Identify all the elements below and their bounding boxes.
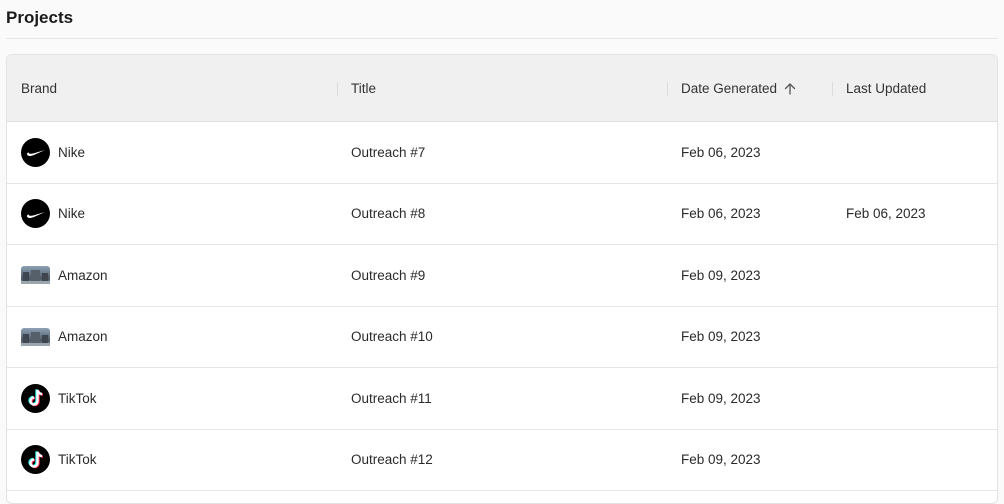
date-generated-cell: Feb 09, 2023 <box>681 329 761 345</box>
column-header-brand[interactable]: Brand <box>21 55 57 122</box>
projects-table: Brand Title Date Generated Last Updated … <box>6 54 998 504</box>
brand-name: Nike <box>58 144 86 160</box>
last-updated-cell: Feb 06, 2023 <box>846 206 926 222</box>
brand-cell: TikTok <box>21 430 97 491</box>
title-cell: Outreach #8 <box>351 206 426 222</box>
date-generated-cell: Feb 06, 2023 <box>681 144 761 160</box>
brand-name: Amazon <box>58 267 108 283</box>
amazon-logo-icon <box>21 266 50 285</box>
brand-name: TikTok <box>58 390 97 406</box>
table-row[interactable]: Amazon Outreach #9 Feb 09, 2023 <box>7 245 997 307</box>
column-header-label: Date Generated <box>681 81 778 96</box>
title-cell: Outreach #10 <box>351 329 433 345</box>
column-header-date-generated[interactable]: Date Generated <box>681 55 796 122</box>
tiktok-logo-icon <box>21 383 50 413</box>
table-row[interactable]: TikTok Outreach #12 Feb 09, 2023 <box>7 429 997 491</box>
brand-name: Amazon <box>58 329 108 345</box>
nike-logo-icon <box>21 137 50 167</box>
brand-cell: Nike <box>21 184 85 245</box>
column-header-label: Brand <box>21 81 58 96</box>
column-header-label: Last Updated <box>846 81 927 96</box>
brand-cell: Nike <box>21 122 85 183</box>
title-divider <box>6 38 998 39</box>
date-generated-cell: Feb 09, 2023 <box>681 267 761 283</box>
nike-logo-icon <box>21 199 50 229</box>
title-cell: Outreach #9 <box>351 267 426 283</box>
brand-cell: Amazon <box>21 245 108 306</box>
column-header-title[interactable]: Title <box>351 55 376 122</box>
date-generated-cell: Feb 09, 2023 <box>681 390 761 406</box>
title-cell: Outreach #11 <box>351 390 432 406</box>
date-generated-cell: Feb 09, 2023 <box>681 452 761 468</box>
page-title: Projects <box>6 8 74 27</box>
brand-cell: TikTok <box>21 368 97 429</box>
amazon-logo-icon <box>21 327 50 346</box>
column-divider[interactable] <box>337 82 338 96</box>
table-row[interactable]: Nike Outreach #8 Feb 06, 2023 Feb 06, 20… <box>7 183 997 245</box>
sort-ascending-icon[interactable] <box>784 82 796 95</box>
brand-name: TikTok <box>58 452 97 468</box>
table-row[interactable]: Amazon Outreach #10 Feb 09, 2023 <box>7 306 997 368</box>
brand-cell: Amazon <box>21 307 108 368</box>
title-cell: Outreach #7 <box>351 144 426 160</box>
date-generated-cell: Feb 06, 2023 <box>681 206 761 222</box>
column-divider[interactable] <box>832 82 833 96</box>
tiktok-logo-icon <box>21 445 50 475</box>
table-row[interactable]: TikTok Outreach #11 Feb 09, 2023 <box>7 368 997 430</box>
brand-name: Nike <box>58 206 86 222</box>
table-row[interactable]: Nike Outreach #7 Feb 06, 2023 <box>7 122 997 184</box>
column-divider[interactable] <box>667 82 668 96</box>
column-header-label: Title <box>351 81 377 96</box>
column-header-last-updated[interactable]: Last Updated <box>846 55 926 122</box>
title-cell: Outreach #12 <box>351 452 433 468</box>
table-header: Brand Title Date Generated Last Updated <box>7 55 997 122</box>
